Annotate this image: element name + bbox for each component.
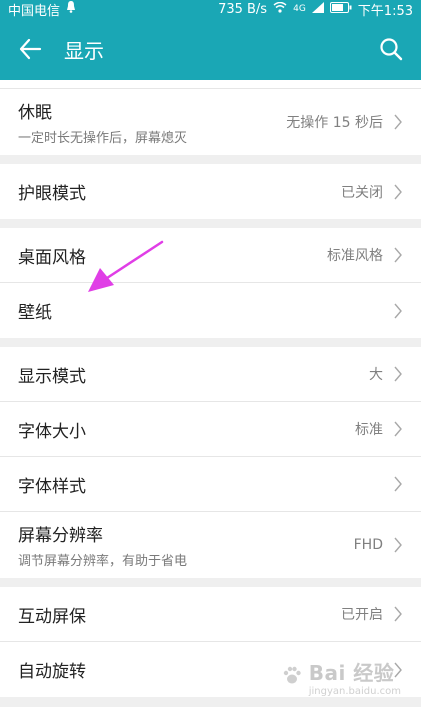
setting-label: 字体大小 (18, 421, 86, 442)
settings-group-home-wallpaper: 桌面风格 标准风格 壁纸 (0, 228, 421, 338)
wifi-icon (273, 1, 287, 17)
previous-list-item-edge (0, 80, 421, 89)
chevron-right-icon (394, 114, 402, 130)
setting-font-style[interactable]: 字体样式 (0, 457, 421, 512)
settings-group-eye-comfort: 护眼模式 已关闭 (0, 164, 421, 219)
battery-icon (329, 1, 352, 17)
settings-group-display-font: 显示模式 大 字体大小 标准 字体样式 屏幕分辨率 调节屏幕分辨率，有助于省电 … (0, 347, 421, 578)
search-button[interactable] (375, 33, 407, 65)
search-icon (380, 38, 403, 61)
setting-font-size[interactable]: 字体大小 标准 (0, 402, 421, 457)
back-arrow-icon (19, 38, 42, 60)
chevron-right-icon (394, 606, 402, 622)
setting-eye-comfort[interactable]: 护眼模式 已关闭 (0, 164, 421, 219)
clock: 下午1:53 (357, 3, 413, 19)
settings-list: 休眠 一定时长无操作后，屏幕熄灭 无操作 15 秒后 护眼模式 已关闭 桌面风格 (0, 89, 421, 697)
setting-sleep[interactable]: 休眠 一定时长无操作后，屏幕熄灭 无操作 15 秒后 (0, 89, 421, 155)
notification-icon (66, 1, 76, 17)
status-bar: 中国电信 735 B/s 4G 下午1:53 (0, 0, 421, 19)
setting-value: 大 (369, 367, 383, 383)
app-bar: 显示 (0, 18, 421, 80)
watermark: Bai 经验 jingyan.baidu.com (281, 657, 401, 697)
chevron-right-icon (394, 303, 402, 318)
setting-label: 自动旋转 (18, 662, 86, 682)
setting-value: 已关闭 (341, 184, 383, 201)
settings-group-sleep: 休眠 一定时长无操作后，屏幕熄灭 无操作 15 秒后 (0, 89, 421, 155)
setting-value: 标准 (355, 422, 383, 438)
back-button[interactable] (14, 33, 46, 65)
setting-value: 标准风格 (327, 248, 383, 264)
carrier-text: 中国电信 (8, 3, 61, 19)
setting-home-style[interactable]: 桌面风格 标准风格 (0, 228, 421, 283)
setting-label: 护眼模式 (18, 184, 86, 204)
watermark-url: jingyan.baidu.com (308, 686, 401, 697)
chevron-right-icon (394, 184, 402, 199)
setting-description: 调节屏幕分辨率，有助于省电 (18, 554, 188, 569)
setting-value: 无操作 15 秒后 (286, 115, 383, 131)
setting-label: 显示模式 (18, 366, 86, 387)
chevron-right-icon (394, 537, 402, 553)
network-speed: 735 B/s (218, 1, 268, 17)
page-title: 显示 (64, 38, 104, 63)
network-type: 4G (293, 4, 306, 14)
setting-value: FHD (353, 537, 383, 553)
setting-label: 屏幕分辨率 (18, 526, 103, 546)
signal-icon (311, 1, 324, 17)
setting-wallpaper[interactable]: 壁纸 (0, 283, 421, 338)
chevron-right-icon (394, 366, 402, 382)
setting-label: 壁纸 (18, 303, 52, 323)
annotation-arrow-icon (88, 240, 164, 292)
setting-label: 字体样式 (18, 476, 86, 497)
watermark-text: Bai 经验 (308, 661, 395, 685)
chevron-right-icon (394, 476, 402, 492)
chevron-right-icon (394, 247, 402, 263)
setting-screen-resolution[interactable]: 屏幕分辨率 调节屏幕分辨率，有助于省电 FHD (0, 512, 421, 578)
setting-display-mode[interactable]: 显示模式 大 (0, 347, 421, 402)
setting-interactive-screensaver[interactable]: 互动屏保 已开启 (0, 587, 421, 642)
setting-value: 已开启 (341, 607, 383, 623)
setting-label: 休眠 (18, 103, 52, 123)
setting-label: 互动屏保 (18, 606, 86, 627)
paw-icon (281, 664, 303, 690)
setting-description: 一定时长无操作后，屏幕熄灭 (18, 131, 188, 146)
setting-label: 桌面风格 (18, 247, 86, 268)
chevron-right-icon (394, 421, 402, 437)
